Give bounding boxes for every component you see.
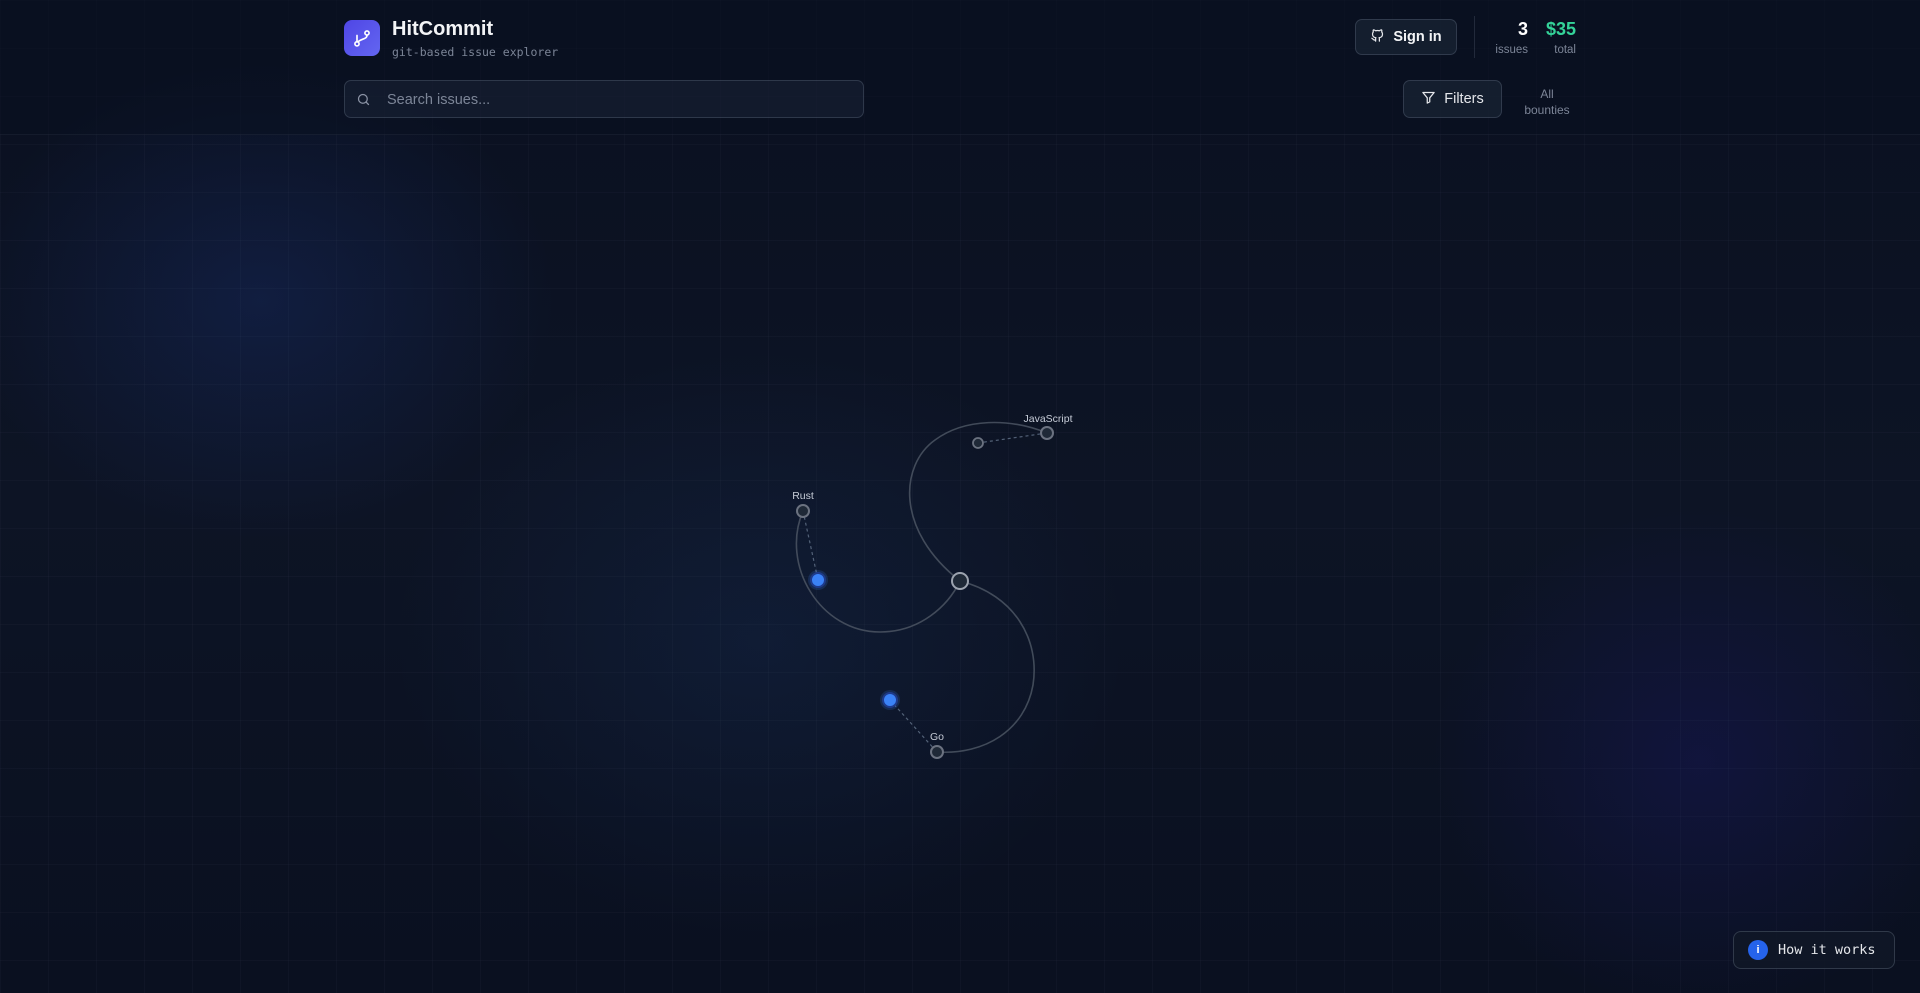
link-go — [889, 699, 938, 753]
total-stat: $35 total — [1536, 18, 1576, 56]
git-branch-icon[interactable] — [344, 20, 380, 56]
issues-label: issues — [1495, 44, 1528, 56]
sign-in-button[interactable]: Sign in — [1355, 19, 1457, 55]
github-icon — [1370, 28, 1385, 47]
top-header: HitCommit git-based issue explorer Sign … — [0, 0, 1920, 135]
sub-node-javascript[interactable] — [972, 437, 984, 449]
language-node-rust[interactable] — [796, 504, 810, 518]
page: JavaScript Rust Go HitCommit git-based i… — [0, 0, 1920, 993]
how-it-works-button[interactable]: i How it works — [1733, 931, 1895, 969]
graph-links — [802, 432, 1048, 753]
graph-arcs — [795, 421, 1048, 753]
issues-stat: 3 issues — [1488, 18, 1528, 56]
issue-node-rust[interactable] — [810, 572, 826, 588]
bounty-scope-line2: bounties — [1524, 103, 1570, 117]
label-javascript: JavaScript — [1023, 413, 1072, 425]
filters-button[interactable]: Filters — [1403, 80, 1502, 118]
search-box[interactable] — [344, 80, 864, 119]
link-javascript — [977, 432, 1048, 444]
link-rust — [802, 510, 819, 581]
language-node-go[interactable] — [930, 745, 944, 759]
header-divider — [1474, 16, 1475, 58]
info-icon: i — [1748, 940, 1768, 960]
label-rust: Rust — [792, 490, 814, 502]
sign-in-label: Sign in — [1393, 29, 1442, 45]
search-input[interactable] — [385, 81, 859, 119]
search-icon — [356, 92, 371, 112]
issue-node-go[interactable] — [882, 692, 898, 708]
hub-node[interactable] — [951, 572, 969, 590]
app-subtitle: git-based issue explorer — [392, 45, 559, 59]
arc-go — [936, 580, 1035, 753]
total-amount: $35 — [1545, 19, 1576, 39]
label-go: Go — [930, 731, 944, 743]
issue-graph: JavaScript Rust Go — [792, 413, 1073, 759]
filter-icon — [1421, 90, 1436, 109]
issues-count: 3 — [1517, 19, 1528, 39]
total-label: total — [1554, 44, 1576, 56]
bounty-scope-line1: All — [1540, 87, 1554, 101]
app-title: HitCommit — [392, 18, 494, 40]
language-node-javascript[interactable] — [1040, 426, 1054, 440]
how-it-works-label: How it works — [1778, 942, 1876, 958]
bounty-scope[interactable]: All bounties — [1512, 86, 1582, 118]
filters-label: Filters — [1444, 91, 1484, 107]
